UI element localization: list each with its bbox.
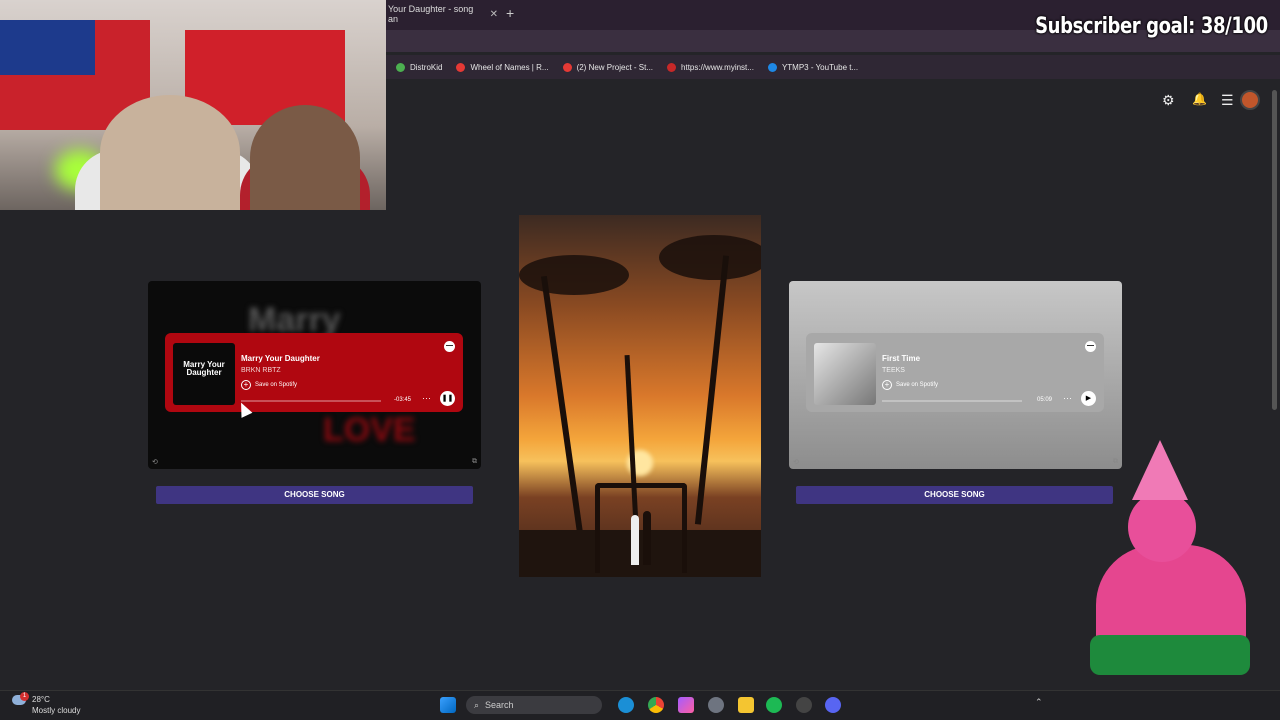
expand-icon[interactable]: ⧉: [472, 458, 477, 466]
pause-button[interactable]: ❚❚: [440, 391, 455, 406]
refresh-icon[interactable]: ⟲: [793, 458, 799, 466]
bookmark-label: DistroKid: [410, 62, 443, 72]
search-placeholder: Search: [485, 700, 514, 710]
avatar[interactable]: [1240, 90, 1260, 110]
search-icon: ⌕: [474, 699, 480, 710]
bookmark-icon: [562, 62, 572, 72]
spotify-icon[interactable]: [444, 341, 455, 352]
mascot-head: [1128, 492, 1196, 562]
settings-app-icon[interactable]: [708, 697, 724, 713]
bell-icon[interactable]: 🔔: [1192, 92, 1207, 106]
webcam-overlay: [0, 0, 386, 210]
browser-tab-title: Your Daughter - song an: [388, 4, 474, 24]
track-time: 05:09: [1036, 397, 1052, 403]
spotify-app-icon[interactable]: [766, 697, 782, 713]
bride-silhouette: [631, 515, 639, 565]
bookmark-label: (2) New Project - St...: [576, 62, 654, 72]
bookmark-wheel-of-names[interactable]: Wheel of Names | R...: [456, 62, 549, 72]
taskbar: [0, 690, 1280, 720]
streamer-head: [100, 95, 240, 210]
bookmark-distrokid[interactable]: DistroKid: [396, 62, 443, 72]
bookmark-icon: [396, 62, 405, 72]
track-title[interactable]: Marry Your Daughter: [241, 354, 320, 363]
save-on-spotify-button[interactable]: + Save on Spotify: [882, 380, 938, 390]
chevron-up-icon[interactable]: ⌃: [1035, 697, 1043, 708]
play-button[interactable]: ▶: [1081, 391, 1096, 406]
bookmark-new-project[interactable]: (2) New Project - St...: [562, 62, 654, 72]
close-icon[interactable]: ✕: [490, 9, 498, 20]
palm-trunk: [540, 275, 584, 535]
spotify-icon[interactable]: [1085, 341, 1096, 352]
wedding-beach-image: [519, 215, 761, 577]
background-text: LOVE: [323, 411, 416, 449]
more-options-icon[interactable]: ···: [422, 393, 431, 403]
progress-bar[interactable]: [241, 400, 381, 402]
app-icon[interactable]: [796, 697, 812, 713]
spotify-embed-player: First Time TEEKS + Save on Spotify 05:09…: [806, 333, 1104, 412]
party-hat: [1132, 440, 1188, 500]
windows-start-icon[interactable]: [440, 697, 456, 713]
menu-icon[interactable]: ☰: [1221, 92, 1234, 109]
song-card-left: Marry LOVE Marry Your Daughter Marry You…: [148, 281, 481, 469]
browser-tab[interactable]: Your Daughter - song an ✕: [386, 3, 498, 25]
track-artist[interactable]: TEEKS: [882, 367, 905, 374]
save-on-spotify-button[interactable]: + Save on Spotify: [241, 380, 297, 390]
bookmark-icon: [767, 62, 777, 72]
bookmark-label: YTMP3 - YouTube t...: [781, 62, 859, 72]
discord-icon[interactable]: [825, 697, 841, 713]
palm-leaves: [659, 235, 761, 280]
plus-icon: +: [241, 380, 251, 390]
save-label: Save on Spotify: [896, 382, 939, 388]
bookmark-label: Wheel of Names | R...: [470, 62, 549, 72]
wedding-arch: [595, 483, 687, 573]
plus-icon: +: [882, 380, 892, 390]
palm-trunk: [694, 255, 730, 525]
track-title[interactable]: First Time: [882, 354, 920, 363]
gear-icon[interactable]: ⚙: [1162, 92, 1175, 109]
groom-silhouette: [643, 511, 651, 565]
mascot-shorts: [1090, 635, 1250, 675]
new-tab-button[interactable]: +: [506, 5, 514, 21]
album-cover: Marry Your Daughter: [173, 343, 235, 405]
notification-badge: 1: [20, 692, 29, 701]
bookmark-icon: [667, 62, 677, 72]
edge-icon[interactable]: [618, 697, 634, 713]
bookmarks-bar: DistroKid Wheel of Names | R... (2) New …: [386, 55, 1280, 79]
track-artist[interactable]: BRKN RBTZ: [241, 367, 281, 374]
file-explorer-icon[interactable]: [738, 697, 754, 713]
scrollbar[interactable]: [1272, 90, 1277, 410]
bookmark-label: https://www.myinst...: [681, 62, 754, 72]
palm-leaves: [519, 255, 629, 295]
streamer-head: [250, 105, 360, 210]
flag-canton: [0, 20, 95, 75]
more-options-icon[interactable]: ···: [1063, 393, 1072, 403]
subscriber-goal-text: Subscriber goal: 38/100: [1035, 14, 1268, 39]
song-card-right: First Time TEEKS + Save on Spotify 05:09…: [789, 281, 1122, 469]
spotify-embed-player: Marry Your Daughter Marry Your Daughter …: [165, 333, 463, 412]
temperature: 28°C: [32, 695, 50, 704]
weather-condition: Mostly cloudy: [32, 706, 81, 715]
copilot-icon[interactable]: [678, 697, 694, 713]
mascot-overlay: [1080, 440, 1260, 690]
bookmark-myinst[interactable]: https://www.myinst...: [667, 62, 754, 72]
album-cover: [814, 343, 876, 405]
choose-song-button-right[interactable]: CHOOSE SONG: [796, 486, 1113, 504]
choose-song-button-left[interactable]: CHOOSE SONG: [156, 486, 473, 504]
refresh-icon[interactable]: ⟲: [152, 458, 158, 466]
chrome-icon[interactable]: [648, 697, 664, 713]
track-time: -03:45: [393, 397, 411, 403]
taskbar-search[interactable]: ⌕ Search: [466, 696, 602, 714]
progress-bar[interactable]: [882, 400, 1022, 402]
bookmark-icon: [456, 62, 466, 72]
bookmark-ytmp3[interactable]: YTMP3 - YouTube t...: [767, 62, 859, 72]
save-label: Save on Spotify: [255, 382, 298, 388]
